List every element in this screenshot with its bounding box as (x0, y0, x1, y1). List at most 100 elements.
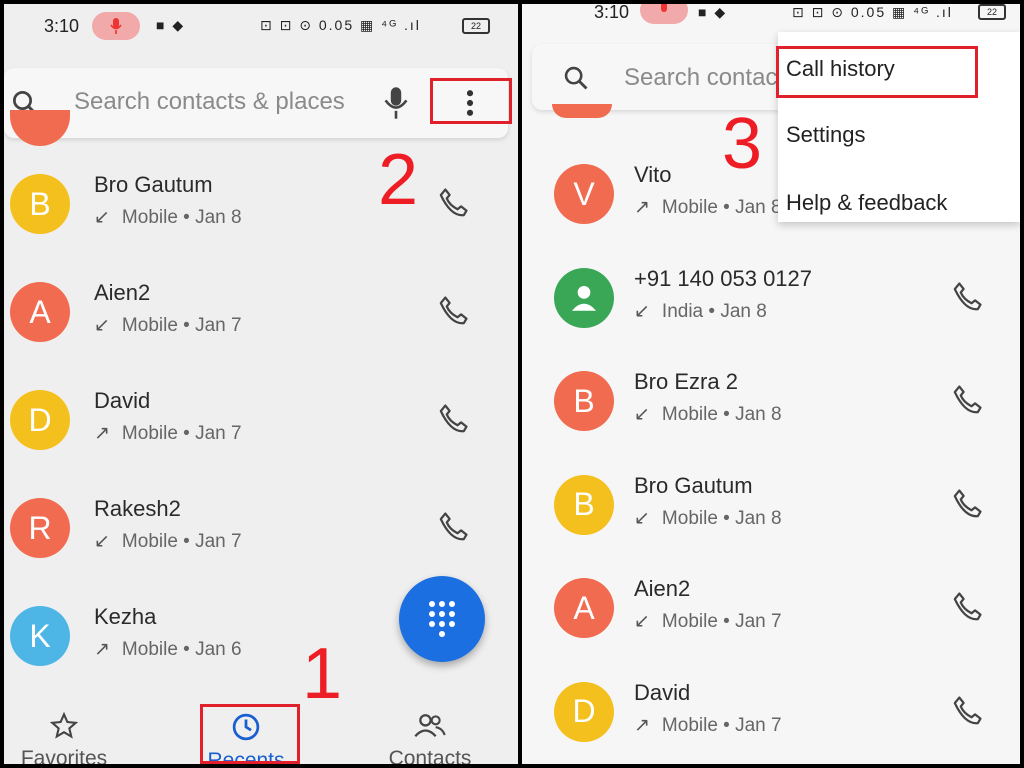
call-meta-text: Mobile • Jan 7 (121, 423, 242, 444)
contact-name: David (634, 679, 691, 705)
call-log-row[interactable]: D David ↗ Mobile • Jan 7 (4, 376, 518, 476)
contact-avatar: A (10, 282, 70, 342)
call-details: ↗ Mobile • Jan 7 (94, 422, 242, 445)
call-direction-icon: ↙ (94, 315, 110, 336)
call-meta-text: Mobile • Jan 8 (661, 404, 782, 425)
nav-contacts-label: Contacts (388, 747, 472, 764)
call-button[interactable] (436, 186, 472, 222)
call-button[interactable] (950, 383, 986, 419)
call-details: ↙ Mobile • Jan 7 (94, 314, 242, 337)
contact-avatar: R (10, 498, 70, 558)
call-button[interactable] (950, 280, 986, 316)
phone-icon (953, 281, 982, 310)
contact-name: David (94, 388, 151, 413)
call-meta-text: Mobile • Jan 7 (121, 531, 242, 552)
contact-avatar: A (554, 578, 614, 638)
call-button[interactable] (436, 402, 472, 438)
contact-avatar: K (10, 606, 70, 666)
call-direction-icon: ↗ (634, 714, 650, 736)
call-log-row[interactable]: A Aien2 ↙ Mobile • Jan 7 (522, 564, 1020, 664)
call-details: ↗ Mobile • Jan 6 (94, 638, 242, 661)
contact-avatar (554, 267, 614, 328)
status-icons-left: ■ ◆ (698, 4, 728, 20)
search-placeholder: Search contacts & places (74, 88, 345, 115)
call-meta-text: Mobile • Jan 7 (661, 611, 782, 632)
call-meta-text: Mobile • Jan 7 (661, 714, 782, 736)
contact-name: Vito (634, 162, 672, 187)
contact-avatar: D (10, 390, 70, 450)
status-time: 3:10 (594, 4, 630, 22)
right-screenshot: 3:10 ■ ◆ ⊡ ⊡ ⊙ 0.05 ▦ ⁴ᴳ .ıl 22 Search c… (522, 4, 1020, 764)
contact-name: Bro Gautum (634, 472, 753, 498)
call-log-row[interactable]: +91 140 053 0127 ↙ India • Jan 8 (522, 254, 1020, 354)
call-log-row[interactable]: A Aien2 ↙ Mobile • Jan 7 (4, 268, 518, 368)
phone-icon (953, 695, 982, 724)
menu-item-settings[interactable]: Settings (786, 122, 866, 148)
call-meta-text: Mobile • Jan 8 (661, 507, 782, 529)
contact-avatar: V (554, 164, 614, 224)
battery-indicator: 22 (978, 4, 1006, 20)
left-screenshot: 3:10 ■ ◆ ⊡ ⊡ ⊙ 0.05 ▦ ⁴ᴳ .ıl 22 Search c… (4, 4, 518, 764)
call-details: ↙ Mobile • Jan 8 (94, 206, 242, 229)
nav-contacts[interactable]: Contacts (350, 712, 510, 764)
contact-name: Bro Ezra 2 (634, 369, 738, 394)
dialpad-fab[interactable] (399, 576, 485, 662)
call-details: ↙ Mobile • Jan 8 (634, 507, 782, 530)
menu-item-help-feedback[interactable]: Help & feedback (786, 190, 947, 216)
status-time: 3:10 (44, 16, 80, 36)
phone-icon (953, 488, 982, 517)
status-bar: 3:10 ■ ◆ ⊡ ⊡ ⊙ 0.05 ▦ ⁴ᴳ .ıl 22 (4, 4, 518, 50)
call-log-row[interactable]: B Bro Gautum ↙ Mobile • Jan 8 (522, 461, 1020, 561)
annotation-number-1: 1 (302, 634, 343, 714)
mic-indicator (92, 12, 140, 40)
contact-name: +91 140 053 0127 (634, 265, 813, 291)
call-meta-text: Mobile • Jan 8 (661, 197, 782, 218)
call-details: ↗ Mobile • Jan 8 (634, 196, 782, 219)
call-details: ↙ Mobile • Jan 8 (634, 403, 782, 426)
call-direction-icon: ↙ (634, 300, 650, 322)
status-icons: ⊡ ⊡ ⊙ 0.05 ▦ ⁴ᴳ .ıl (260, 17, 421, 33)
call-button[interactable] (950, 487, 986, 523)
person-icon (571, 285, 597, 311)
call-direction-icon: ↗ (634, 197, 650, 218)
call-direction-icon: ↗ (94, 639, 110, 660)
call-direction-icon: ↙ (634, 507, 650, 529)
call-log-row[interactable]: B Bro Ezra 2 ↙ Mobile • Jan 8 (522, 357, 1020, 457)
call-details: ↙ Mobile • Jan 7 (634, 610, 782, 633)
call-button[interactable] (950, 694, 986, 730)
star-icon (49, 711, 79, 739)
call-direction-icon: ↙ (94, 207, 110, 228)
phone-icon (439, 404, 468, 433)
mic-icon (661, 4, 667, 12)
contact-name: Aien2 (634, 576, 691, 601)
call-log-row[interactable]: R Rakesh2 ↙ Mobile • Jan 7 (4, 484, 518, 584)
mic-icon[interactable] (382, 86, 410, 120)
annotation-number-3: 3 (722, 104, 763, 184)
call-log-row[interactable]: D David ↗ Mobile • Jan 7 (522, 668, 1020, 765)
status-icons-left: ■ ◆ (156, 17, 186, 33)
battery-indicator: 22 (462, 18, 490, 34)
contact-name: Rakesh2 (94, 496, 181, 521)
call-log-row[interactable]: B Bro Gautum ↙ Mobile • Jan 8 (4, 160, 518, 260)
dialpad-icon (429, 601, 455, 637)
nav-favorites[interactable]: Favorites (4, 711, 144, 764)
mic-indicator (640, 4, 688, 24)
annotation-box-call-history (776, 46, 978, 98)
contacts-icon (414, 714, 446, 737)
phone-icon (439, 296, 468, 325)
call-details: ↙ Mobile • Jan 7 (94, 530, 242, 553)
call-direction-icon: ↗ (94, 423, 110, 444)
phone-icon (439, 512, 468, 541)
call-button[interactable] (436, 510, 472, 546)
phone-icon (953, 592, 982, 621)
contact-name: Aien2 (94, 280, 151, 305)
call-button[interactable] (436, 294, 472, 330)
search-icon[interactable] (562, 64, 590, 92)
call-button[interactable] (950, 590, 986, 626)
contact-name: Kezha (94, 604, 157, 629)
contact-avatar: B (10, 174, 70, 234)
search-placeholder: Search contacts (624, 64, 797, 91)
call-meta-text: Mobile • Jan 8 (121, 207, 242, 228)
annotation-box-more-menu (430, 78, 512, 124)
phone-icon (953, 385, 982, 414)
